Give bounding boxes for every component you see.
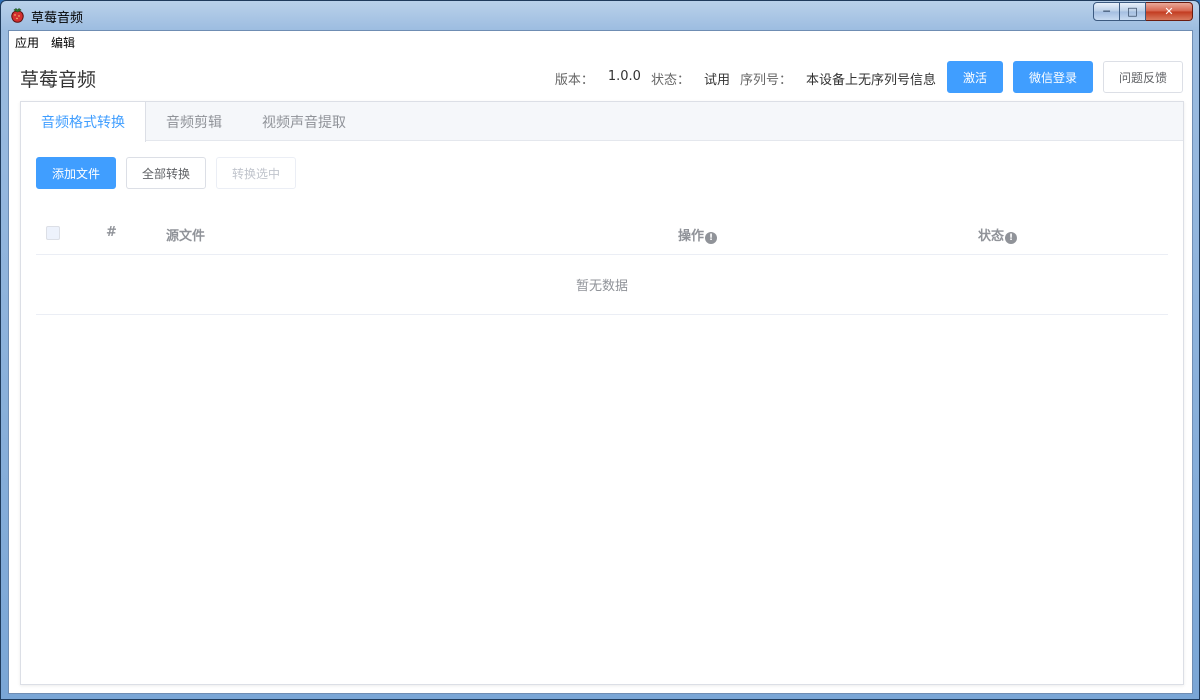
status-label: 状态： <box>650 73 690 88</box>
column-source-file: 源文件 <box>166 229 206 244</box>
tab-panel: 音频格式转换 音频剪辑 视频声音提取 添加文件 全部转换 转换选中 # 源文件 … <box>20 101 1184 685</box>
status-value: 试用 <box>703 73 730 88</box>
select-all-checkbox[interactable] <box>46 226 60 240</box>
tab-audio-format-convert[interactable]: 音频格式转换 <box>21 102 146 142</box>
column-status-label: 状态 <box>978 229 1005 244</box>
info-icon[interactable]: ! <box>705 232 718 244</box>
maximize-button[interactable]: □ <box>1120 2 1146 21</box>
version-label: 版本： <box>554 73 594 88</box>
license-info: 版本： 1.0.0 状态： 试用 序列号： 本设备上无序列号信息 <box>555 69 946 88</box>
close-button[interactable]: ✕ <box>1146 2 1193 21</box>
app-header: 草莓音频 版本： 1.0.0 状态： 试用 序列号： 本设备上无序列号信息 激活… <box>9 53 1192 101</box>
minimize-button[interactable]: ─ <box>1093 2 1120 21</box>
convert-all-button[interactable]: 全部转换 <box>126 157 206 189</box>
feedback-button[interactable]: 问题反馈 <box>1103 61 1183 93</box>
file-table: # 源文件 操作! 状态! 暂无数据 <box>36 211 1168 315</box>
empty-state: 暂无数据 <box>36 255 1168 315</box>
add-file-button[interactable]: 添加文件 <box>36 157 116 189</box>
wechat-login-button[interactable]: 微信登录 <box>1013 61 1093 93</box>
table-header: # 源文件 操作! 状态! <box>36 211 1168 255</box>
serial-label: 序列号： <box>739 73 792 88</box>
window-controls: ─ □ ✕ <box>1093 2 1193 21</box>
tab-video-audio-extract[interactable]: 视频声音提取 <box>242 102 366 141</box>
activate-button[interactable]: 激活 <box>947 61 1003 93</box>
page-title: 草莓音频 <box>20 69 97 91</box>
window-title: 草莓音频 <box>31 11 84 26</box>
title-bar[interactable]: 草莓音频 ─ □ ✕ <box>1 1 1199 30</box>
column-action: 操作! <box>678 225 718 244</box>
tab-audio-edit[interactable]: 音频剪辑 <box>146 102 242 141</box>
version-value: 1.0.0 <box>607 69 641 84</box>
column-status: 状态! <box>978 225 1018 244</box>
menu-item-app[interactable]: 应用 <box>15 34 39 51</box>
convert-selected-button: 转换选中 <box>216 157 296 189</box>
menu-bar: 应用 编辑 <box>9 31 1192 53</box>
serial-value: 本设备上无序列号信息 <box>805 73 936 88</box>
info-icon[interactable]: ! <box>1005 232 1018 244</box>
column-index: # <box>106 225 117 240</box>
tab-bar: 音频格式转换 音频剪辑 视频声音提取 <box>21 102 1183 142</box>
client-area: 应用 编辑 草莓音频 版本： 1.0.0 状态： 试用 序列号： 本设备上无序列… <box>8 30 1193 694</box>
menu-item-edit[interactable]: 编辑 <box>51 34 75 51</box>
column-action-label: 操作 <box>678 229 705 244</box>
app-window: 草莓音频 ─ □ ✕ 应用 编辑 草莓音频 版本： 1.0.0 状态： 试用 序… <box>0 0 1200 700</box>
strawberry-icon <box>11 8 24 23</box>
